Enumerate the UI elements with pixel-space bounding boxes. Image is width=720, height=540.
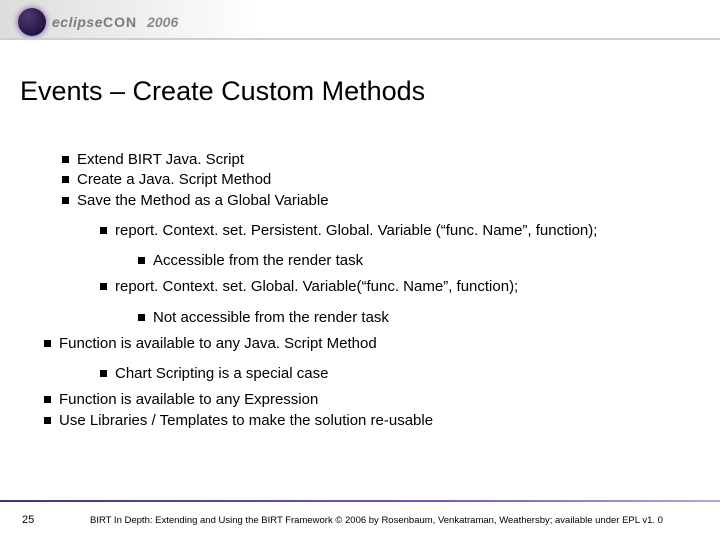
square-bullet-icon bbox=[100, 283, 107, 290]
bullet-l1: Function is available to any Java. Scrip… bbox=[20, 334, 700, 354]
square-bullet-icon bbox=[138, 314, 145, 321]
bullet-l1: Create a Java. Script Method bbox=[20, 170, 700, 190]
bullet-l3: Not accessible from the render task bbox=[20, 308, 700, 328]
square-bullet-icon bbox=[44, 340, 51, 347]
square-bullet-icon bbox=[138, 257, 145, 264]
logo-year: 2006 bbox=[147, 14, 178, 30]
footer-divider bbox=[0, 500, 720, 502]
bullet-text: Not accessible from the render task bbox=[153, 308, 389, 328]
slide-body: Extend BIRT Java. Script Create a Java. … bbox=[20, 150, 700, 431]
bullet-text: Accessible from the render task bbox=[153, 251, 363, 271]
square-bullet-icon bbox=[62, 176, 69, 183]
page-number: 25 bbox=[22, 514, 34, 526]
globe-icon bbox=[18, 8, 46, 36]
bullet-l1: Extend BIRT Java. Script bbox=[20, 150, 700, 170]
bullet-l2: report. Context. set. Persistent. Global… bbox=[20, 221, 700, 241]
bullet-l2: Chart Scripting is a special case bbox=[20, 364, 700, 384]
bullet-text: Save the Method as a Global Variable bbox=[77, 191, 329, 211]
logo-con: CON bbox=[103, 14, 137, 30]
bullet-l1: Function is available to any Expression bbox=[20, 390, 700, 410]
bullet-text: report. Context. set. Persistent. Global… bbox=[115, 221, 597, 241]
square-bullet-icon bbox=[100, 370, 107, 377]
bullet-l2: report. Context. set. Global. Variable(“… bbox=[20, 277, 700, 297]
footer-attribution: BIRT In Depth: Extending and Using the B… bbox=[90, 515, 700, 526]
bullet-text: Extend BIRT Java. Script bbox=[77, 150, 244, 170]
square-bullet-icon bbox=[44, 396, 51, 403]
square-bullet-icon bbox=[62, 197, 69, 204]
eclipsecon-logo: eclipse CON 2006 bbox=[18, 8, 178, 36]
bullet-text: Chart Scripting is a special case bbox=[115, 364, 328, 384]
square-bullet-icon bbox=[62, 156, 69, 163]
bullet-l3: Accessible from the render task bbox=[20, 251, 700, 271]
header-divider bbox=[0, 38, 720, 40]
square-bullet-icon bbox=[100, 227, 107, 234]
bullet-text: Use Libraries / Templates to make the so… bbox=[59, 411, 433, 431]
bullet-l1: Use Libraries / Templates to make the so… bbox=[20, 411, 700, 431]
bullet-text: report. Context. set. Global. Variable(“… bbox=[115, 277, 518, 297]
slide-title: Events – Create Custom Methods bbox=[20, 76, 425, 107]
bullet-text: Function is available to any Expression bbox=[59, 390, 318, 410]
slide-header: eclipse CON 2006 bbox=[0, 0, 720, 44]
logo-brand: eclipse bbox=[52, 14, 103, 30]
bullet-text: Create a Java. Script Method bbox=[77, 170, 271, 190]
square-bullet-icon bbox=[44, 417, 51, 424]
bullet-l1: Save the Method as a Global Variable bbox=[20, 191, 700, 211]
bullet-text: Function is available to any Java. Scrip… bbox=[59, 334, 377, 354]
